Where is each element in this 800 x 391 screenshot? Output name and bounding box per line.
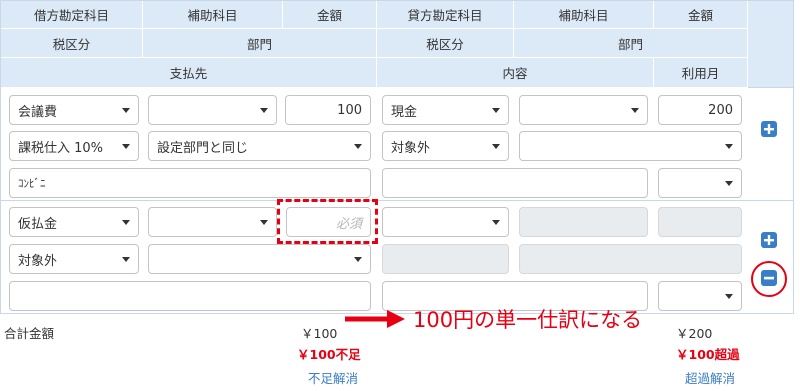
- total-label: 合計金額: [4, 326, 55, 341]
- chevron-down-icon: [492, 107, 500, 113]
- entry2-payee-input[interactable]: [9, 281, 371, 311]
- debit-total: ￥100: [301, 326, 338, 341]
- header-payee: 支払先: [1, 58, 377, 88]
- chevron-down-icon: [354, 256, 362, 262]
- header-debit-amount: 金額: [283, 1, 377, 29]
- header-month: 利用月: [654, 58, 748, 88]
- entry1-credit-account-select[interactable]: 現金: [382, 95, 509, 125]
- entry2-month-select[interactable]: [658, 281, 742, 311]
- header-credit-amount: 金額: [654, 1, 748, 29]
- entry1-credit-sub-select[interactable]: [519, 95, 648, 125]
- chevron-down-icon: [631, 107, 639, 113]
- highlight-required-box: [277, 199, 378, 244]
- entry2-debit-sub-select[interactable]: [148, 207, 277, 237]
- entry2-credit-account-select[interactable]: [382, 207, 509, 237]
- annotation-text: 100円の単一仕訳になる: [413, 308, 643, 332]
- header-content: 内容: [377, 58, 654, 88]
- entry1-month-select[interactable]: [658, 168, 742, 198]
- entry1-debit-amount-input[interactable]: 100: [285, 95, 371, 125]
- chevron-down-icon: [725, 293, 733, 299]
- chevron-down-icon: [122, 107, 130, 113]
- plus-icon: [764, 235, 774, 245]
- header-debit-sub: 補助科目: [143, 1, 283, 29]
- entry1-debit-tax-select[interactable]: 課税仕入 10%: [9, 131, 139, 161]
- entry1-content-input[interactable]: [382, 168, 648, 198]
- resolve-excess-link[interactable]: 超過解消: [685, 368, 735, 387]
- entry1-credit-tax-select[interactable]: 対象外: [382, 131, 509, 161]
- header-credit-dept: 部門: [514, 29, 748, 58]
- highlight-circle: [751, 261, 787, 297]
- debit-shortage: ￥100不足: [297, 347, 361, 362]
- entry1-debit-sub-select[interactable]: [148, 95, 277, 125]
- chevron-down-icon: [725, 143, 733, 149]
- header-debit-account: 借方勘定科目: [1, 1, 143, 29]
- header-credit-account: 貸方勘定科目: [377, 1, 514, 29]
- entry1-payee-input[interactable]: ｺﾝﾋﾞﾆ: [9, 168, 371, 198]
- header-credit-sub: 補助科目: [514, 1, 654, 29]
- entry1-credit-dept-select[interactable]: [519, 131, 742, 161]
- header-debit-tax: 税区分: [1, 29, 143, 58]
- resolve-shortage-link[interactable]: 不足解消: [308, 368, 358, 387]
- entry2-debit-dept-select[interactable]: [148, 244, 371, 274]
- entry2-debit-tax-select[interactable]: 対象外: [9, 244, 139, 274]
- add-entry-button-2[interactable]: [761, 232, 777, 248]
- entry-divider: [0, 200, 794, 201]
- chevron-down-icon: [122, 219, 130, 225]
- entry2-credit-tax-select: [382, 244, 509, 274]
- plus-icon: [764, 124, 774, 134]
- header-credit-tax: 税区分: [377, 29, 514, 58]
- entry2-credit-sub-select: [519, 207, 648, 237]
- chevron-down-icon: [122, 256, 130, 262]
- entry1-credit-amount-input[interactable]: 200: [658, 95, 742, 125]
- entry2-credit-dept-select: [519, 244, 742, 274]
- chevron-down-icon: [260, 107, 268, 113]
- entry1-debit-dept-select[interactable]: 設定部門と同じ: [148, 131, 371, 161]
- arrow-right-icon: [345, 310, 405, 328]
- chevron-down-icon: [492, 219, 500, 225]
- header-debit-dept: 部門: [143, 29, 377, 58]
- entry2-debit-account-select[interactable]: 仮払金: [9, 207, 139, 237]
- chevron-down-icon: [725, 180, 733, 186]
- chevron-down-icon: [260, 219, 268, 225]
- entry1-debit-account-select[interactable]: 会議費: [9, 95, 139, 125]
- chevron-down-icon: [354, 143, 362, 149]
- credit-excess: ￥100超過: [676, 347, 740, 362]
- add-entry-button[interactable]: [761, 121, 777, 137]
- entry2-credit-amount-input: [658, 207, 742, 237]
- credit-total: ￥200: [676, 326, 713, 341]
- chevron-down-icon: [492, 143, 500, 149]
- chevron-down-icon: [122, 143, 130, 149]
